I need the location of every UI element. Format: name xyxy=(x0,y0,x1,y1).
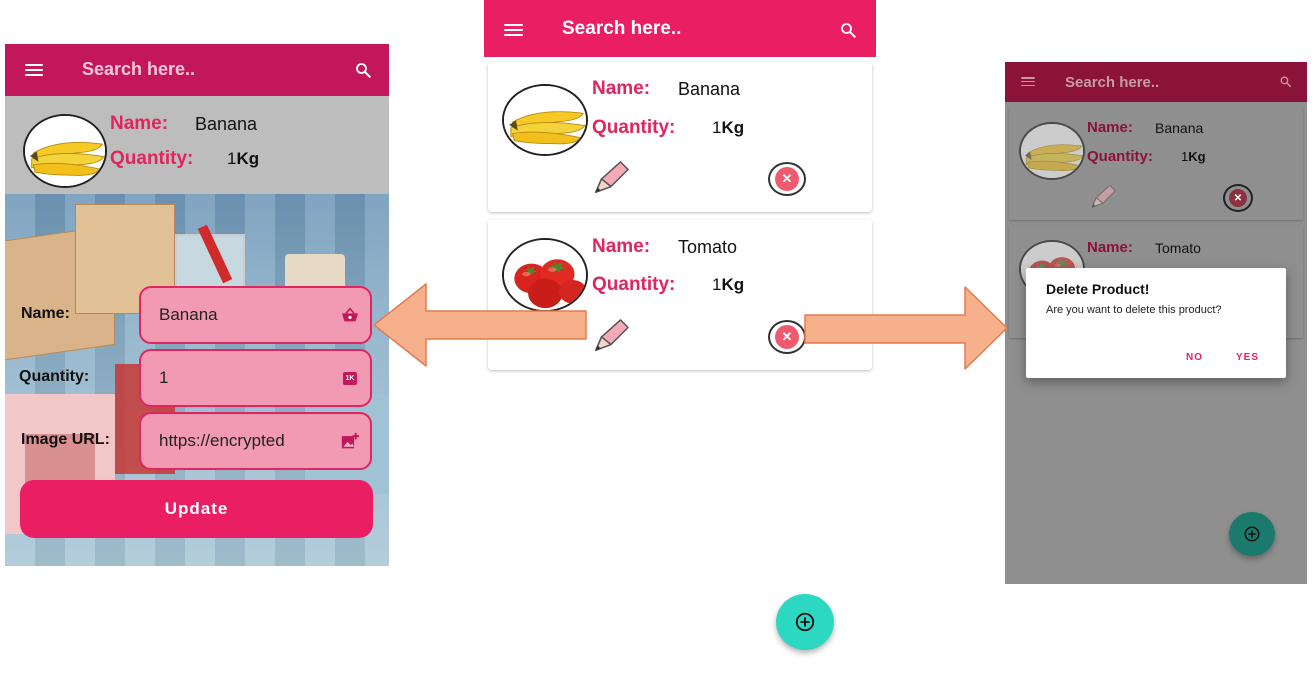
name-label: Name: xyxy=(1087,239,1133,256)
product-quantity: 1Kg xyxy=(227,149,260,168)
menu-icon[interactable] xyxy=(1021,77,1035,86)
product-card: Name: Banana Quantity: 1Kg xyxy=(5,96,389,196)
app-bar: Search here.. xyxy=(484,0,876,57)
form-quantity-label: Quantity: xyxy=(19,368,90,385)
form-name-label: Name: xyxy=(21,305,70,322)
quantity-label: Quantity: xyxy=(110,148,194,169)
dialog-message: Are you want to delete this product? xyxy=(1046,304,1222,316)
app-bar: Search here.. xyxy=(5,44,389,96)
quantity-label: Quantity: xyxy=(592,274,676,295)
form-image-url-label: Image URL: xyxy=(21,431,110,448)
add-product-button[interactable] xyxy=(776,594,834,650)
name-label: Name: xyxy=(592,236,651,257)
pencil-icon[interactable] xyxy=(592,318,630,354)
dialog-title: Delete Product! xyxy=(1046,281,1150,297)
arrow-left-icon xyxy=(373,283,587,367)
banana-image xyxy=(1019,122,1085,180)
arrow-right-icon xyxy=(804,286,1008,370)
dialog-yes-button[interactable]: YES xyxy=(1236,352,1259,363)
search-icon[interactable] xyxy=(1279,75,1292,88)
product-card: Name: Banana Quantity: 1Kg ✕ xyxy=(488,62,872,212)
update-button[interactable]: Update xyxy=(20,480,373,538)
menu-icon[interactable] xyxy=(25,64,43,76)
image-add-icon xyxy=(330,432,370,450)
close-circle-icon: ✕ xyxy=(775,167,799,191)
name-label: Name: xyxy=(110,113,169,134)
product-quantity: 1Kg xyxy=(1181,149,1206,164)
banana-image xyxy=(502,84,588,156)
delete-button[interactable]: ✕ xyxy=(1223,184,1253,212)
name-label: Name: xyxy=(592,78,651,99)
search-icon[interactable] xyxy=(354,61,372,79)
delete-button[interactable]: ✕ xyxy=(768,162,806,196)
quantity-label: Quantity: xyxy=(592,117,676,138)
search-input[interactable]: Search here.. xyxy=(1065,74,1159,91)
add-circle-icon xyxy=(795,612,815,632)
menu-icon[interactable] xyxy=(504,24,523,36)
basket-icon xyxy=(330,307,370,323)
search-input[interactable]: Search here.. xyxy=(562,18,681,40)
app-bar: Search here.. xyxy=(1005,62,1307,102)
pencil-icon[interactable] xyxy=(592,160,630,196)
name-label: Name: xyxy=(1087,119,1133,136)
pencil-icon[interactable] xyxy=(1089,184,1117,210)
search-icon[interactable] xyxy=(839,21,857,39)
add-product-button[interactable] xyxy=(1229,512,1275,556)
search-input[interactable]: Search here.. xyxy=(82,59,195,80)
product-name: Banana xyxy=(195,114,258,134)
product-name: Tomato xyxy=(1155,240,1201,256)
product-name: Tomato xyxy=(678,237,738,257)
product-quantity: 1Kg xyxy=(712,118,745,137)
quantity-unit-icon: 1K xyxy=(330,371,370,385)
product-name: Banana xyxy=(1155,120,1204,136)
delete-button[interactable]: ✕ xyxy=(768,320,806,354)
banana-image xyxy=(23,114,107,188)
dialog-no-button[interactable]: NO xyxy=(1186,352,1203,363)
close-circle-icon: ✕ xyxy=(775,325,799,349)
quantity-input[interactable]: 1 1K xyxy=(139,349,372,407)
delete-dialog: Delete Product! Are you want to delete t… xyxy=(1026,268,1286,378)
close-circle-icon: ✕ xyxy=(1229,189,1247,207)
product-quantity: 1Kg xyxy=(712,275,745,294)
product-card: Name: Banana Quantity: 1Kg ✕ xyxy=(1009,108,1303,220)
quantity-label: Quantity: xyxy=(1087,148,1153,165)
name-input[interactable]: Banana xyxy=(139,286,372,344)
add-circle-icon xyxy=(1244,526,1260,542)
image-url-input[interactable]: https://encrypted xyxy=(139,412,372,470)
product-name: Banana xyxy=(678,79,741,99)
